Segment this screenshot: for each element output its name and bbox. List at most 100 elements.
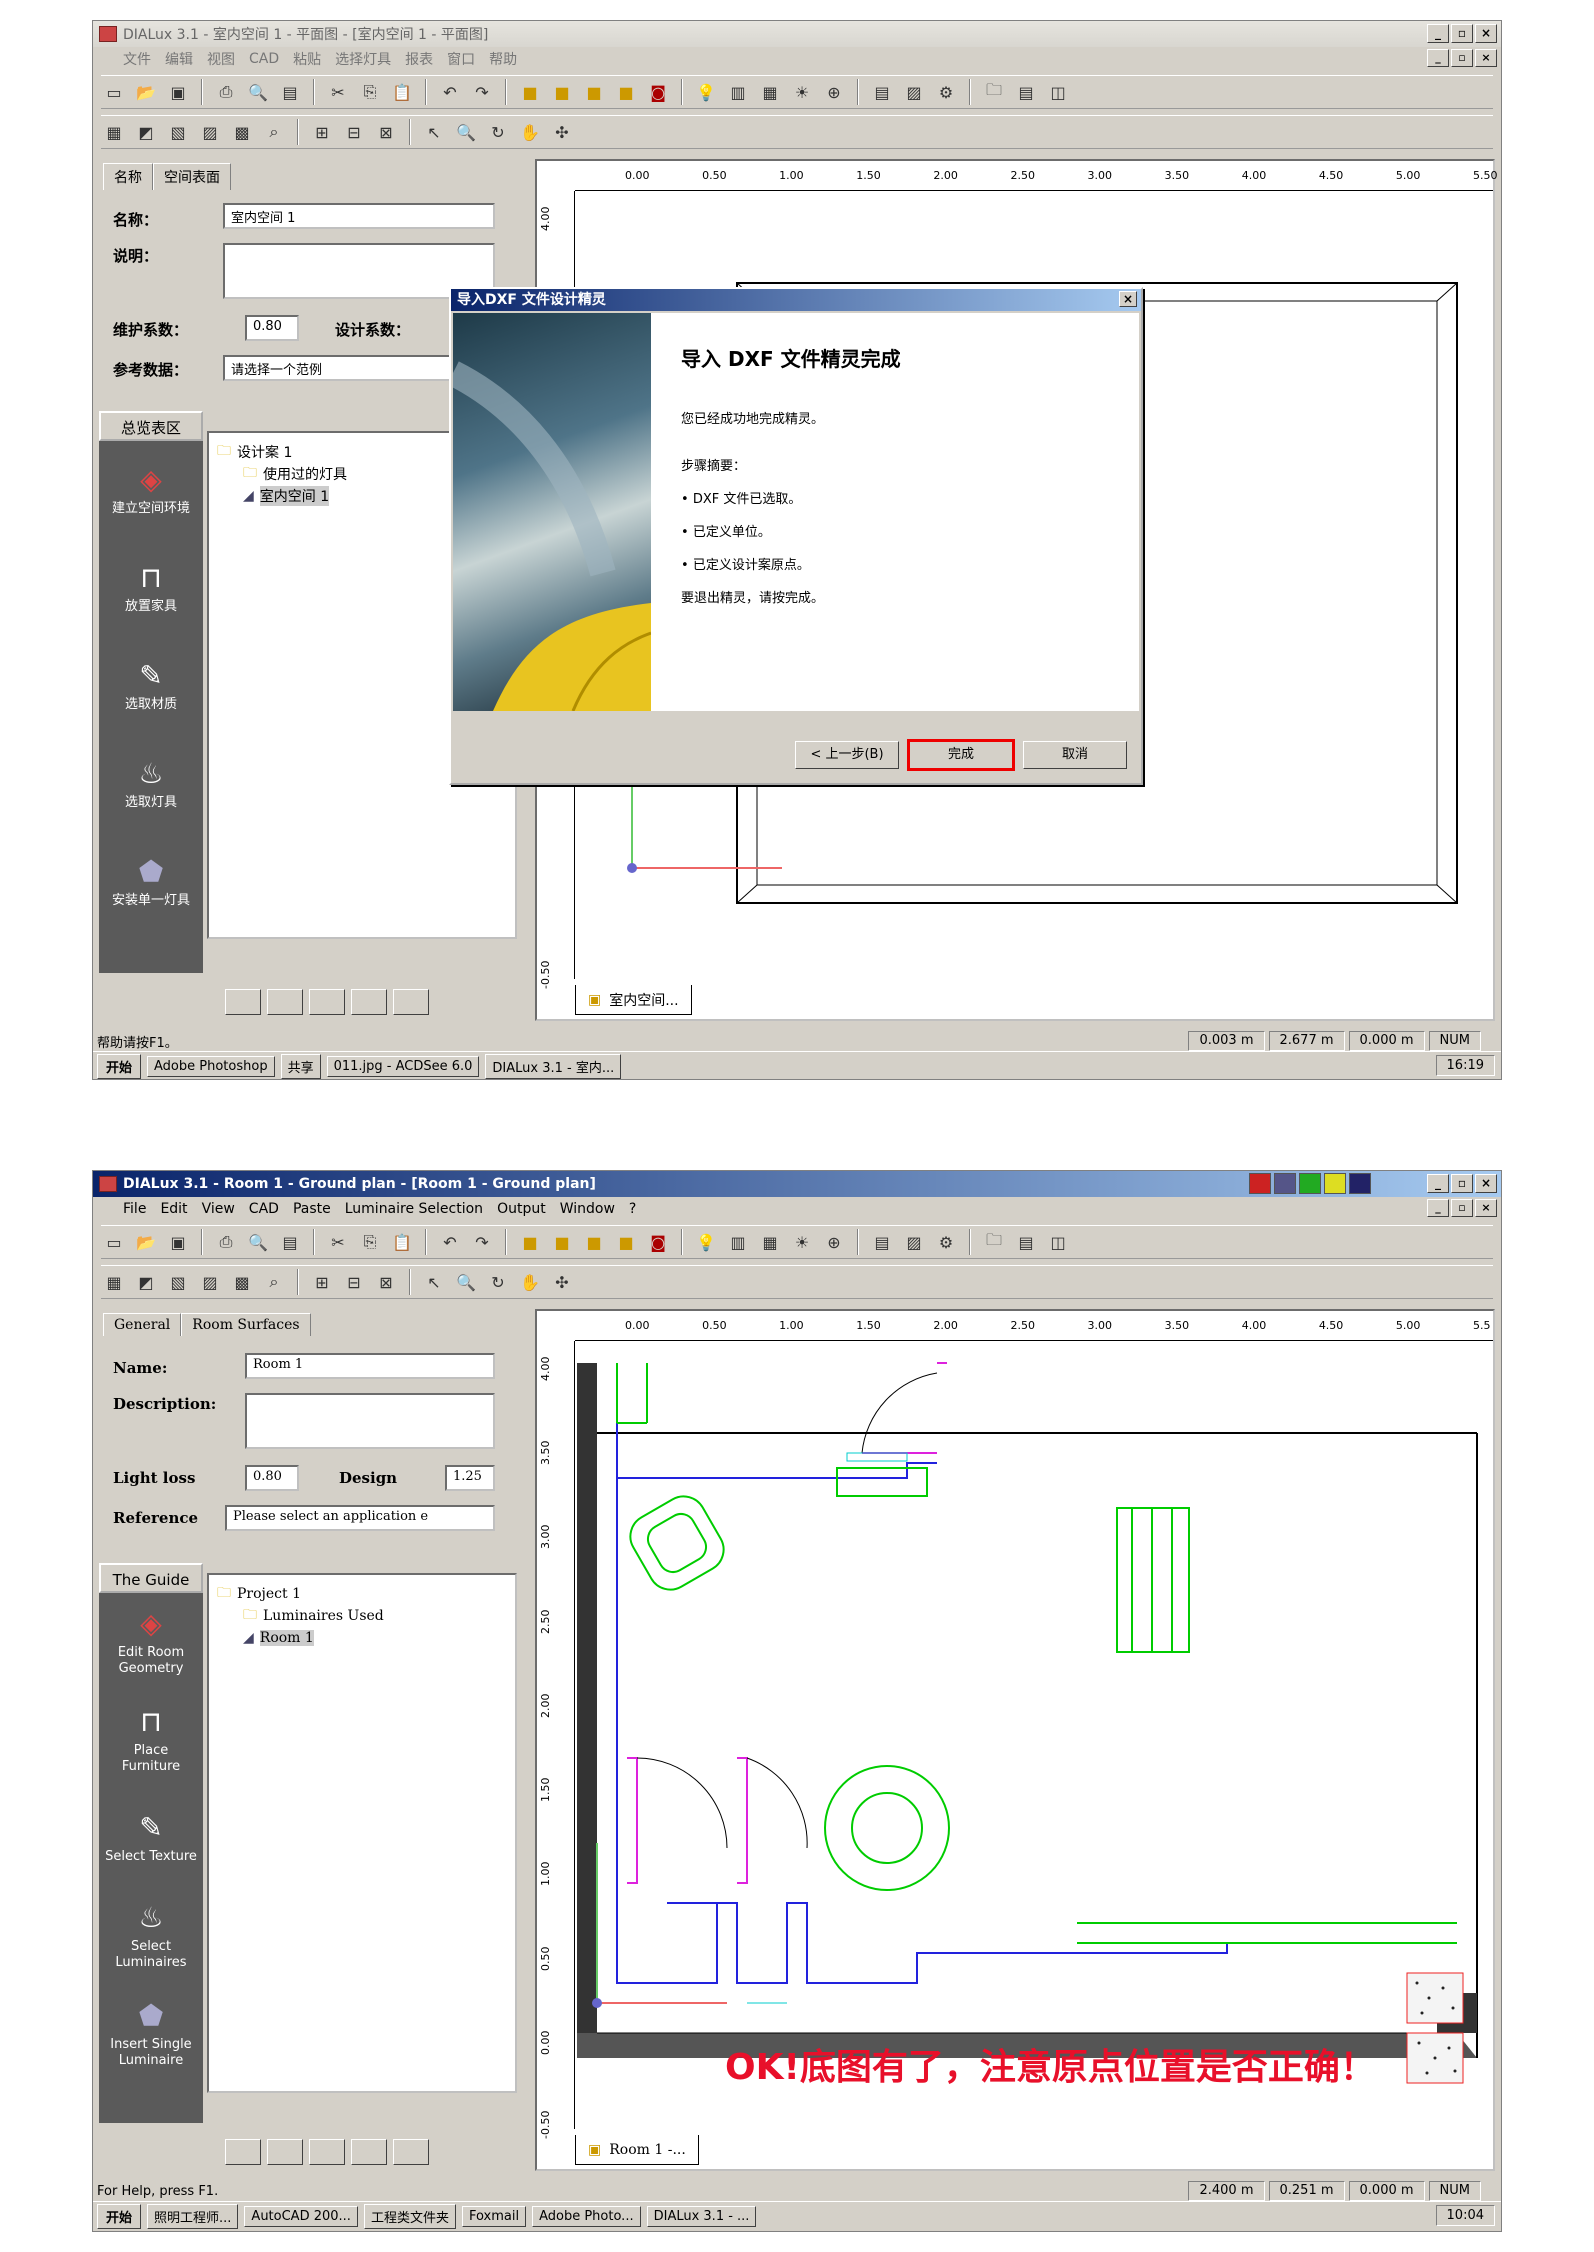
mdi-close-button[interactable]: × (1475, 49, 1497, 67)
layout-icon-2[interactable]: ⊟ (341, 119, 367, 145)
new-icon[interactable]: ▭ (101, 1229, 127, 1255)
task-dialux[interactable]: DIALux 3.1 - 室内... (485, 1054, 622, 1079)
elevation-icon[interactable]: ▨ (197, 1269, 223, 1295)
grid-icon[interactable]: ▦ (101, 1269, 127, 1295)
menu-edit[interactable]: Edit (160, 1201, 187, 1217)
room-icon[interactable]: ■ (517, 79, 543, 105)
paste-icon[interactable]: 📋 (389, 79, 415, 105)
menu-window[interactable]: 窗口 (447, 49, 475, 69)
catalog-icon[interactable]: ▤ (869, 1229, 895, 1255)
tile-h-icon[interactable]: ▤ (1013, 1229, 1039, 1255)
open-icon[interactable]: 📂 (133, 1229, 159, 1255)
cut-icon[interactable]: ✂ (325, 79, 351, 105)
guide-edit-room[interactable]: ◈ Edit Room Geometry (99, 1593, 203, 1691)
reference-select[interactable]: Please select an application e (225, 1505, 495, 1531)
menu-edit[interactable]: 编辑 (165, 49, 193, 69)
settings-icon[interactable]: ⚙ (933, 79, 959, 105)
guide-select-texture[interactable]: ✎ Select Texture (99, 1789, 203, 1887)
layout-icon-3[interactable]: ⊠ (373, 1269, 399, 1295)
menu-output[interactable]: Output (497, 1201, 546, 1217)
design-field[interactable]: 1.25 (445, 1465, 495, 1491)
task-lighting-engineer[interactable]: 照明工程师... (147, 2204, 239, 2229)
folder-icon[interactable]: 🗀 (981, 1229, 1007, 1255)
zoom-icon[interactable]: 🔍 (453, 119, 479, 145)
tree-item-room[interactable]: ◢ Room 1 (217, 1627, 507, 1649)
tree-item-project[interactable]: 🗀 Project 1 (217, 1583, 507, 1605)
pan-icon[interactable]: ✋ (517, 119, 543, 145)
name-field[interactable]: 室内空间 1 (223, 203, 495, 229)
minimize-button[interactable]: _ (1427, 24, 1449, 43)
paste-icon[interactable]: 📋 (389, 1229, 415, 1255)
guide-place-furniture[interactable]: ⊓ Place Furniture (99, 1691, 203, 1789)
room-icon-4[interactable]: ■ (613, 1229, 639, 1255)
light-icon[interactable]: ☀ (789, 79, 815, 105)
menu-cad[interactable]: CAD (249, 51, 279, 67)
tree-tab-colors[interactable] (309, 989, 345, 1015)
menu-file[interactable]: 文件 (123, 49, 151, 69)
select-icon[interactable]: ↖ (421, 119, 447, 145)
section-icon[interactable]: ▩ (229, 1269, 255, 1295)
view-tab[interactable]: ▣ Room 1 -... (575, 2135, 699, 2165)
tile-v-icon[interactable]: ◫ (1045, 1229, 1071, 1255)
cad-view[interactable]: 0.00 0.50 1.00 1.50 2.00 2.50 3.00 3.50 4.00 4.50… (535, 1309, 1495, 2171)
room-icon-3[interactable]: ■ (581, 79, 607, 105)
room-icon[interactable]: ■ (517, 1229, 543, 1255)
mdi-restore-button[interactable]: ▫ (1451, 49, 1473, 67)
reference-select[interactable]: 请选择一个范例 (223, 355, 463, 381)
description-field[interactable] (245, 1393, 495, 1449)
settings-icon[interactable]: ⚙ (933, 1229, 959, 1255)
tray-icon[interactable] (1274, 1173, 1296, 1194)
luminaire-icon[interactable]: 💡 (693, 79, 719, 105)
menu-cad[interactable]: CAD (249, 1201, 279, 1217)
guide-edit-room[interactable]: ◈ 建立空间环境 (99, 441, 203, 539)
open-icon[interactable]: 📂 (133, 79, 159, 105)
dialog-close-button[interactable]: × (1119, 291, 1137, 307)
name-field[interactable]: Room 1 (245, 1353, 495, 1379)
close-button[interactable]: × (1475, 24, 1497, 43)
dxf-icon[interactable]: ▦ (757, 79, 783, 105)
guide-insert-luminaire[interactable]: ⬟ 安装单一灯具 (99, 833, 203, 931)
target-icon[interactable]: ⊕ (821, 79, 847, 105)
luminaire-icon[interactable]: 💡 (693, 1229, 719, 1255)
tray-icon[interactable] (1324, 1173, 1346, 1194)
light-icon[interactable]: ☀ (789, 1229, 815, 1255)
menu-paste[interactable]: 粘贴 (293, 49, 321, 69)
back-button[interactable]: < 上一步(B) (795, 741, 899, 769)
tree-tab-outputs[interactable] (393, 989, 429, 1015)
menu-paste[interactable]: Paste (293, 1201, 331, 1217)
guide-select-luminaires[interactable]: ♨ 选取灯具 (99, 735, 203, 833)
tree-tab-project[interactable] (225, 2139, 261, 2165)
layout-icon-2[interactable]: ⊟ (341, 1269, 367, 1295)
folder-icon[interactable]: 🗀 (981, 79, 1007, 105)
tree-tab-luminaires[interactable] (351, 2139, 387, 2165)
tree-tab-colors[interactable] (309, 2139, 345, 2165)
new-icon[interactable]: ▭ (101, 79, 127, 105)
print-icon[interactable]: ⎙ (213, 1229, 239, 1255)
menu-view[interactable]: 视图 (207, 49, 235, 69)
menu-help[interactable]: ? (629, 1201, 636, 1217)
cancel-button[interactable]: 取消 (1023, 741, 1127, 769)
catalog-icon[interactable]: ▤ (869, 79, 895, 105)
3d-view-icon[interactable]: ◩ (133, 119, 159, 145)
save-icon[interactable]: ▣ (165, 79, 191, 105)
section-icon[interactable]: ▩ (229, 119, 255, 145)
preview-icon[interactable]: 🔍 (245, 1229, 271, 1255)
copy-icon[interactable]: ⎘ (357, 79, 383, 105)
mdi-minimize-button[interactable]: _ (1427, 1199, 1449, 1217)
export-icon[interactable]: ▨ (901, 1229, 927, 1255)
start-button[interactable]: 开始 (97, 2204, 142, 2229)
task-foxmail[interactable]: Foxmail (461, 2206, 527, 2227)
export-icon[interactable]: ▨ (901, 79, 927, 105)
guide-place-furniture[interactable]: ⊓ 放置家具 (99, 539, 203, 637)
preview-icon[interactable]: 🔍 (245, 79, 271, 105)
select-icon[interactable]: ↖ (421, 1269, 447, 1295)
3d-view-icon[interactable]: ◩ (133, 1269, 159, 1295)
rotate-icon[interactable]: ↻ (485, 119, 511, 145)
room-icon-2[interactable]: ■ (549, 1229, 575, 1255)
guide-select-texture[interactable]: ✎ 选取材质 (99, 637, 203, 735)
floor-icon[interactable]: ▧ (165, 119, 191, 145)
elevation-icon[interactable]: ▨ (197, 119, 223, 145)
mdi-minimize-button[interactable]: _ (1427, 49, 1449, 67)
mdi-close-button[interactable]: × (1475, 1199, 1497, 1217)
save-icon[interactable]: ▣ (165, 1229, 191, 1255)
